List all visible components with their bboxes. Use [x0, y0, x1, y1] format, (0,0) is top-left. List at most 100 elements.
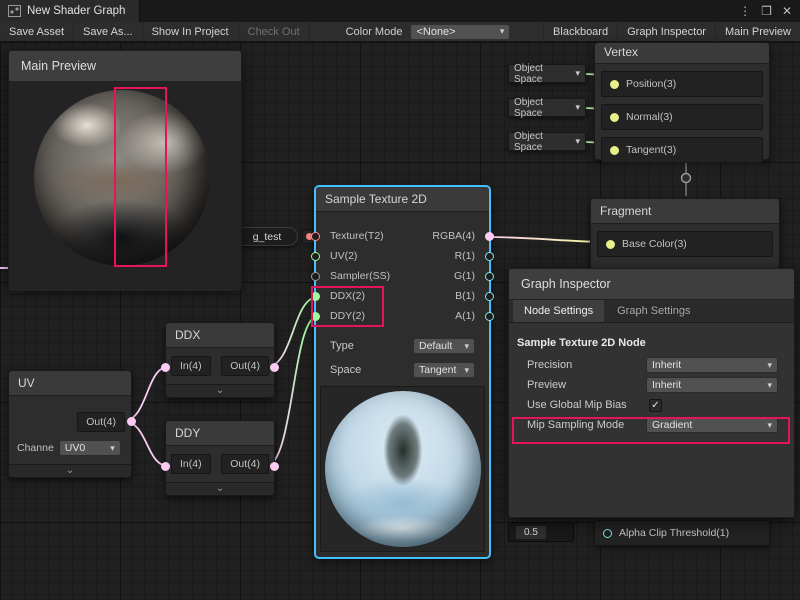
node-vertex[interactable]: Vertex Position(3) Normal(3) Tangent(3)	[594, 42, 770, 160]
tab-node-settings[interactable]: Node Settings	[513, 300, 604, 322]
property-name: g_test	[253, 231, 282, 243]
graph-inspector-toggle-button[interactable]: Graph Inspector	[617, 22, 715, 42]
vector4-port-icon[interactable]	[161, 363, 170, 372]
uv-input-port[interactable]: UV(2)	[316, 246, 403, 266]
alpha-clip-value-field[interactable]: 0.5	[508, 522, 574, 542]
node-sample-texture-2d[interactable]: Sample Texture 2D Texture(T2) UV(2) Samp…	[315, 186, 490, 558]
document-tab[interactable]: New Shader Graph	[0, 0, 140, 22]
vector4-port-icon[interactable]	[270, 363, 279, 372]
main-preview-toggle-button[interactable]: Main Preview	[715, 22, 800, 42]
port-normal[interactable]: Normal(3)	[601, 104, 763, 130]
color-mode-value: <None>	[416, 26, 455, 38]
port-base-color[interactable]: Base Color(3)	[597, 231, 773, 257]
menu-icon[interactable]: ⋮	[739, 4, 751, 18]
precision-value: Inherit	[652, 359, 681, 371]
vector3-port-icon[interactable]	[610, 80, 619, 89]
uv-collapse-button[interactable]: ⌄	[9, 464, 131, 477]
vector2-port-icon[interactable]	[311, 312, 320, 321]
graph-inspector-panel[interactable]: Graph Inspector Node Settings Graph Sett…	[508, 268, 795, 518]
ddx-in-port[interactable]: In(4)	[171, 356, 211, 376]
chevron-down-icon: ▾	[767, 380, 772, 391]
a-output-port[interactable]: A(1)	[403, 306, 490, 326]
vector4-port-icon[interactable]	[485, 232, 494, 241]
b-output-port[interactable]: B(1)	[403, 286, 490, 306]
ddy-input-port[interactable]: DDY(2)	[316, 306, 403, 326]
show-in-project-button[interactable]: Show In Project	[143, 22, 239, 42]
precision-label: Precision	[527, 359, 572, 371]
node-ddy[interactable]: DDY In(4) Out(4) ⌄	[165, 420, 275, 496]
port-label: Texture(T2)	[330, 230, 384, 242]
float-port-icon[interactable]	[485, 272, 494, 281]
node-uv[interactable]: UV Out(4) Channe UV0 ▾ ⌄	[8, 370, 132, 478]
ddx-collapse-button[interactable]: ⌄	[166, 384, 274, 397]
node-fragment[interactable]: Fragment Base Color(3)	[590, 198, 780, 270]
main-preview-sphere	[34, 90, 210, 266]
r-output-port[interactable]: R(1)	[403, 246, 490, 266]
color-mode-label: Color Mode	[310, 26, 411, 38]
uv-node-title: UV	[9, 371, 131, 396]
port-label: Base Color(3)	[622, 238, 687, 250]
mip-mode-dropdown[interactable]: Gradient ▾	[646, 417, 778, 433]
vector4-port-icon[interactable]	[127, 417, 136, 426]
float-port-icon[interactable]	[485, 292, 494, 301]
blackboard-toggle-button[interactable]: Blackboard	[543, 22, 617, 42]
main-preview-panel[interactable]: Main Preview	[8, 50, 242, 287]
port-position[interactable]: Position(3)	[601, 71, 763, 97]
check-out-button[interactable]: Check Out	[239, 22, 310, 42]
space-value: Tangent	[419, 364, 456, 376]
close-icon[interactable]: ✕	[782, 4, 792, 18]
precision-dropdown[interactable]: Inherit ▾	[646, 357, 778, 373]
mip-bias-checkbox[interactable]: ✓	[649, 399, 662, 412]
float-port-icon[interactable]	[485, 252, 494, 261]
save-asset-button[interactable]: Save Asset	[0, 22, 74, 42]
space-dropdown[interactable]: Tangent ▾	[413, 362, 475, 378]
vector3-port-icon[interactable]	[606, 240, 615, 249]
float-value[interactable]: 0.5	[515, 525, 547, 540]
vector2-port-icon[interactable]	[311, 252, 320, 261]
maximize-icon[interactable]: ❒	[761, 4, 772, 18]
float-port-icon[interactable]	[603, 529, 612, 538]
ddx-out-port[interactable]: Out(4)	[221, 356, 269, 376]
chevron-down-icon: ▾	[464, 341, 469, 352]
tangent-space-dropdown[interactable]: Object Space ▾	[508, 132, 586, 151]
save-as-button[interactable]: Save As...	[74, 22, 143, 42]
color-mode-dropdown[interactable]: <None> ▾	[410, 24, 510, 40]
port-label: Tangent(3)	[626, 144, 676, 156]
ddy-out-port[interactable]: Out(4)	[221, 454, 269, 474]
port-label: RGBA(4)	[432, 230, 475, 242]
sampler-port-icon[interactable]	[311, 272, 320, 281]
main-preview-title[interactable]: Main Preview	[9, 51, 241, 82]
ddy-collapse-button[interactable]: ⌄	[166, 482, 274, 495]
position-space-dropdown[interactable]: Object Space ▾	[508, 64, 586, 83]
port-alpha-clip-threshold[interactable]: Alpha Clip Threshold(1)	[594, 520, 770, 546]
texture-input-port[interactable]: Texture(T2)	[316, 226, 403, 246]
graph-inspector-title[interactable]: Graph Inspector	[509, 269, 794, 300]
type-value: Default	[419, 340, 452, 352]
vector4-port-icon[interactable]	[270, 462, 279, 471]
float-port-icon[interactable]	[485, 312, 494, 321]
type-dropdown[interactable]: Default ▾	[413, 338, 475, 354]
vector2-port-icon[interactable]	[311, 292, 320, 301]
tab-graph-settings[interactable]: Graph Settings	[606, 300, 701, 322]
sampler-input-port[interactable]: Sampler(SS)	[316, 266, 403, 286]
preview-dropdown[interactable]: Inherit ▾	[646, 377, 778, 393]
mip-mode-label: Mip Sampling Mode	[527, 419, 624, 431]
node-ddx[interactable]: DDX In(4) Out(4) ⌄	[165, 322, 275, 398]
rgba-output-port[interactable]: RGBA(4)	[403, 226, 490, 246]
channel-label: Channe	[17, 442, 54, 454]
ddy-in-port[interactable]: In(4)	[171, 454, 211, 474]
texture-port-icon[interactable]	[311, 232, 320, 241]
uv-channel-dropdown[interactable]: UV0 ▾	[59, 440, 121, 456]
property-node-g-test[interactable]: g_test	[236, 227, 298, 246]
port-tangent[interactable]: Tangent(3)	[601, 137, 763, 163]
ddx-input-port[interactable]: DDX(2)	[316, 286, 403, 306]
vector4-port-icon[interactable]	[161, 462, 170, 471]
g-output-port[interactable]: G(1)	[403, 266, 490, 286]
uv-out-port[interactable]: Out(4)	[77, 412, 125, 432]
port-label: Alpha Clip Threshold(1)	[619, 527, 729, 539]
port-label: In(4)	[180, 360, 202, 372]
vector3-port-icon[interactable]	[610, 146, 619, 155]
main-preview-body	[9, 82, 241, 291]
vector3-port-icon[interactable]	[610, 113, 619, 122]
normal-space-dropdown[interactable]: Object Space ▾	[508, 98, 586, 117]
